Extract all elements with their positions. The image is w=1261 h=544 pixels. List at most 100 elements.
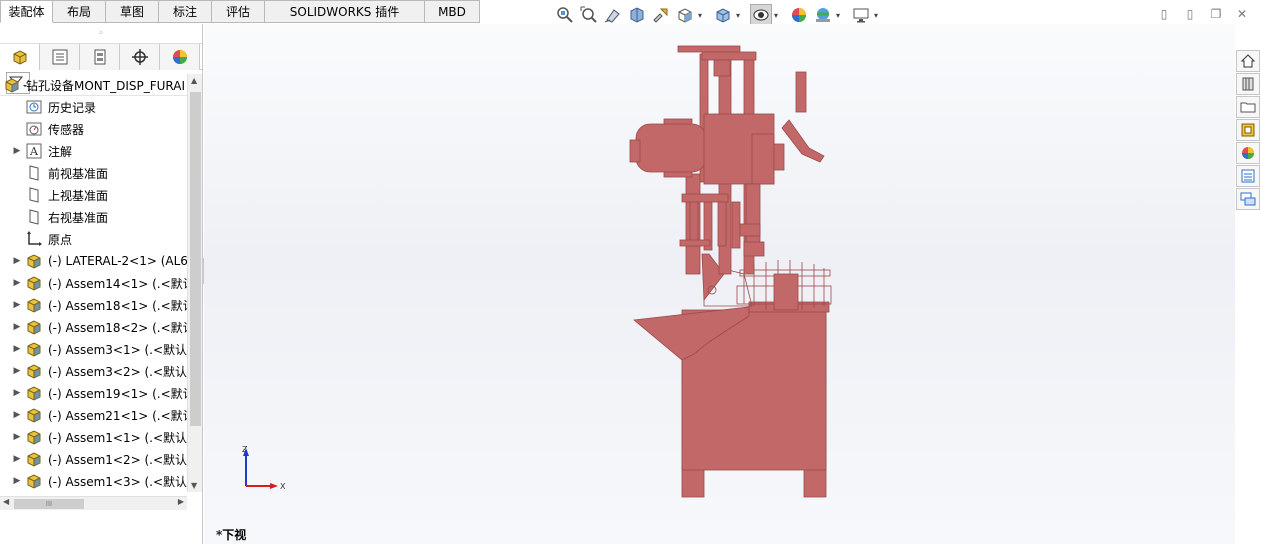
display-style-icon[interactable] [712,4,734,26]
scroll-up-icon[interactable]: ▲ [191,76,197,85]
panel-grip[interactable]: ◦ [0,24,202,44]
drilling-machine-model [629,45,832,498]
triad-x-label: X [280,482,286,491]
expand-arrow-icon[interactable]: ▶ [10,388,24,398]
expand-arrow-icon[interactable]: ▶ [10,256,24,266]
subassembly-icon [24,296,44,314]
scroll-thumb[interactable] [190,92,201,426]
expand-arrow-icon[interactable]: ▶ [10,344,24,354]
tree-item-origin[interactable]: 原点 [0,228,187,250]
triad-z-label: Z [242,445,248,454]
tree-item-component[interactable]: ▶ (-) LATERAL-2<1> (AL6( [0,250,187,272]
expand-arrow-icon[interactable]: ▶ [10,366,24,376]
tree-item-top-plane[interactable]: 上视基准面 [0,184,187,206]
displaymanager-tab-icon[interactable] [160,44,200,70]
home-icon[interactable] [1236,50,1260,72]
expand-arrow-icon[interactable]: ▶ [10,278,24,288]
scroll-left-icon[interactable]: ◀ [3,497,9,506]
close-icon[interactable]: ✕ [1233,6,1251,22]
appearances-icon[interactable] [1236,142,1260,164]
tab-evaluate[interactable]: 评估 [212,0,265,23]
forum-icon[interactable] [1236,188,1260,210]
restore-icon[interactable]: ❐ [1207,6,1225,22]
tree-item-front-plane[interactable]: 前视基准面 [0,162,187,184]
section-view-icon[interactable] [626,4,648,26]
view-palette-icon[interactable] [1236,119,1260,141]
expand-arrow-icon[interactable]: ▶ [10,432,24,442]
graphics-area[interactable]: *下视 Z X [204,24,1235,544]
tree-item-component[interactable]: ▶ (-) Assem14<1> (.<默认 [0,272,187,294]
tree-item-history[interactable]: 历史记录 [0,96,187,118]
expand-arrow-icon[interactable]: ▶ [10,410,24,420]
tree-item-annotations[interactable]: ▶ A 注解 [0,140,187,162]
annotation-icon: A [24,142,44,160]
command-manager-tabbar: 装配体 布局 草图 标注 评估 SOLIDWORKS 插件 MBD ▾ ▾ ▾ … [0,0,1261,26]
subassembly-icon [24,340,44,358]
tab-layout[interactable]: 布局 [53,0,106,23]
hide-show-items-dropdown[interactable]: ▾ [774,11,782,20]
task-pane [1236,50,1261,220]
tree-horizontal-scrollbar[interactable]: ◀ III ▶ [0,496,187,510]
tree-item-right-plane[interactable]: 右视基准面 [0,206,187,228]
expand-arrow-icon[interactable]: ▶ [10,454,24,464]
design-library-icon[interactable] [1236,73,1260,95]
view-settings-dropdown[interactable]: ▾ [874,11,882,20]
zoom-to-area-icon[interactable] [578,4,600,26]
tree-item-sensors[interactable]: 传感器 [0,118,187,140]
tree-vertical-scrollbar[interactable]: ▲ ▼ [187,74,202,492]
apply-scene-dropdown[interactable]: ▾ [836,11,844,20]
featuremanager-tab-icon[interactable] [0,44,40,70]
tree-item-component[interactable]: ▶ (-) Assem3<1> (.<默认_ [0,338,187,360]
plane-icon [24,208,44,226]
scroll-down-icon[interactable]: ▼ [191,481,197,490]
tab-solidworks-addins[interactable]: SOLIDWORKS 插件 [265,0,425,23]
propertymanager-tab-icon[interactable] [40,44,80,70]
hide-show-items-icon[interactable] [750,4,772,26]
expand-arrow-icon[interactable]: ▶ [10,300,24,310]
expand-arrow-icon[interactable]: ▶ [10,476,24,486]
assembly-icon [2,76,22,94]
tree-item-component[interactable]: ▶ (-) Assem1<3> (.<默认_ [0,470,187,492]
configurationmanager-tab-icon[interactable] [80,44,120,70]
subassembly-icon [24,472,44,490]
window-controls: ▯ ▯ ❐ ✕ [1155,6,1251,22]
tab-sketch[interactable]: 草图 [106,0,159,23]
plane-icon [24,186,44,204]
hscroll-thumb[interactable]: III [14,499,84,509]
tree-item-component[interactable]: ▶ (-) Assem18<1> (.<默认 [0,294,187,316]
tab-markup[interactable]: 标注 [159,0,212,23]
tree-item-component[interactable]: ▶ (-) Assem21<1> (.<默认 [0,404,187,426]
zoom-to-fit-icon[interactable] [554,4,576,26]
view-orientation-icon[interactable] [674,4,696,26]
display-style-dropdown[interactable]: ▾ [736,11,744,20]
expand-arrow-icon[interactable]: ▶ [10,146,24,156]
expand-arrow-icon[interactable]: ▶ [10,322,24,332]
subassembly-icon [24,428,44,446]
subassembly-icon [24,384,44,402]
dynamic-annotation-icon[interactable] [650,4,672,26]
restore-left-icon[interactable]: ▯ [1155,6,1173,22]
tree-item-component[interactable]: ▶ (-) Assem18<2> (.<默认 [0,316,187,338]
file-explorer-icon[interactable] [1236,96,1260,118]
subassembly-icon [24,450,44,468]
custom-properties-icon[interactable] [1236,165,1260,187]
restore-right-icon[interactable]: ▯ [1181,6,1199,22]
tree-root[interactable]: 钻孔设备MONT_DISP_FURAI [0,74,187,96]
command-manager-tabs: 装配体 布局 草图 标注 评估 SOLIDWORKS 插件 MBD [0,0,480,23]
view-orientation-dropdown[interactable]: ▾ [698,11,706,20]
subassembly-icon [24,406,44,424]
apply-scene-icon[interactable] [812,4,834,26]
tree-item-component[interactable]: ▶ (-) Assem19<1> (.<默认 [0,382,187,404]
svg-text:A: A [29,145,39,158]
tab-assembly[interactable]: 装配体 [0,0,53,23]
dimxpertmanager-tab-icon[interactable] [120,44,160,70]
tab-mbd[interactable]: MBD [425,0,480,23]
tree-item-component[interactable]: ▶ (-) Assem3<2> (.<默认_ [0,360,187,382]
subassembly-icon [24,274,44,292]
tree-item-component[interactable]: ▶ (-) Assem1<1> (.<默认_ [0,426,187,448]
view-settings-icon[interactable] [850,4,872,26]
scroll-right-icon[interactable]: ▶ [178,497,184,506]
tree-item-component[interactable]: ▶ (-) Assem1<2> (.<默认_ [0,448,187,470]
previous-view-icon[interactable] [602,4,624,26]
edit-appearance-icon[interactable] [788,4,810,26]
